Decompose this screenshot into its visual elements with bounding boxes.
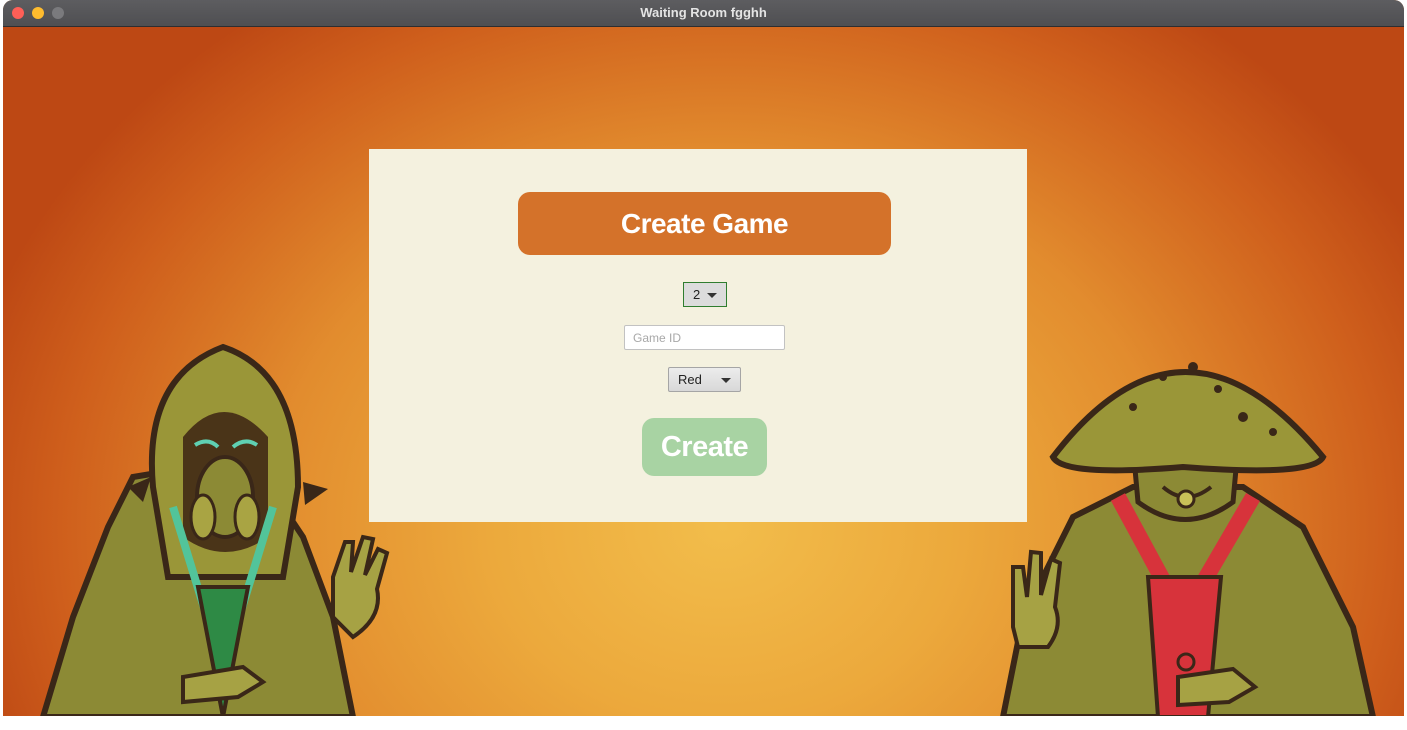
- create-game-heading: Create Game: [518, 192, 891, 255]
- chevron-down-icon: [721, 378, 731, 383]
- color-select[interactable]: Red: [668, 367, 741, 392]
- player-count-value: 2: [693, 287, 701, 302]
- window-title: Waiting Room fgghh: [640, 5, 767, 20]
- title-bar: Waiting Room fgghh: [3, 0, 1404, 27]
- color-select-value: Red: [678, 372, 702, 387]
- create-game-panel: Create Game 2 Red Create: [369, 149, 1027, 522]
- game-id-input[interactable]: [624, 325, 785, 350]
- chevron-down-icon: [707, 293, 717, 298]
- straw-hat-figure-illustration: [1000, 362, 1376, 716]
- background-scene: Create Game 2 Red Create: [3, 27, 1404, 716]
- hooded-monk-illustration: [40, 343, 390, 716]
- player-count-select[interactable]: 2: [683, 282, 727, 307]
- app-window: Waiting Room fgghh Create Game 2 Game ID…: [3, 0, 1404, 716]
- create-button[interactable]: Create: [642, 418, 767, 476]
